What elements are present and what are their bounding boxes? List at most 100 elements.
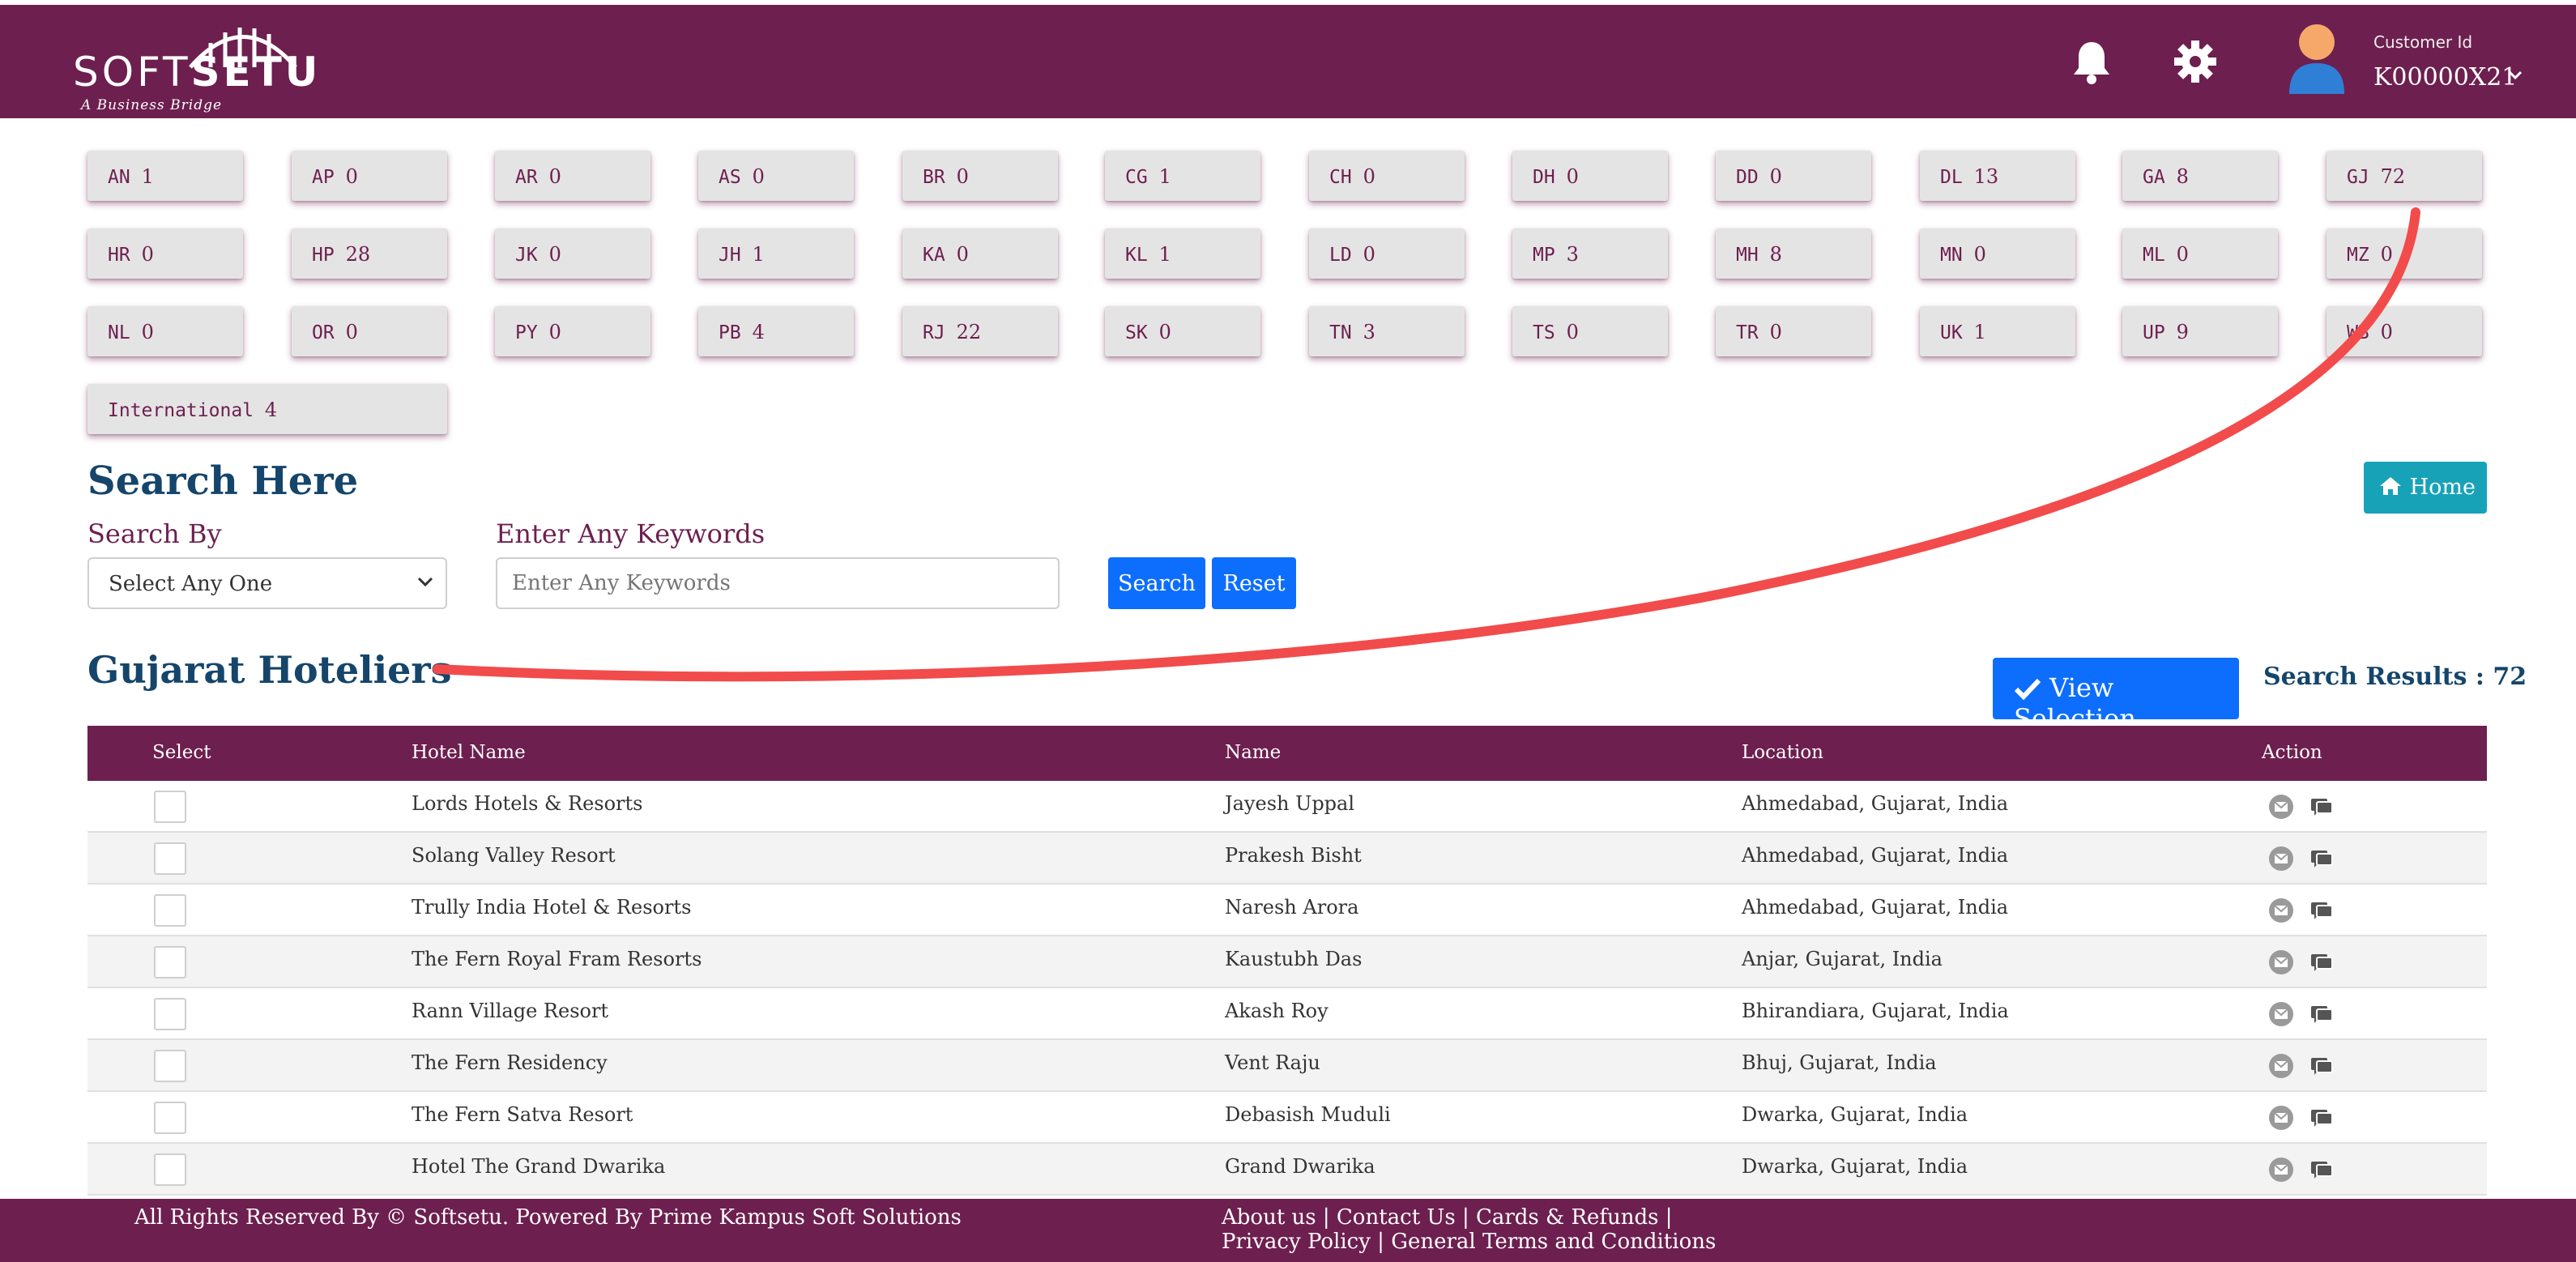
state-tile-dl[interactable]: DL 13	[1920, 151, 2075, 201]
state-count: 22	[956, 321, 982, 343]
customer-id-value[interactable]: K00000X21	[2373, 63, 2517, 92]
chat-icon[interactable]	[2309, 897, 2335, 923]
state-count: 0	[345, 321, 358, 343]
state-count: 0	[1363, 165, 1375, 188]
state-tile-hp[interactable]: HP 28	[292, 228, 447, 279]
state-tile-mn[interactable]: MN 0	[1920, 228, 2075, 279]
state-tile-uk[interactable]: UK 1	[1920, 306, 2075, 356]
state-tile-cg[interactable]: CG 1	[1105, 151, 1260, 201]
state-tile-ap[interactable]: AP 0	[292, 151, 447, 201]
email-icon[interactable]	[2268, 1001, 2294, 1027]
email-icon[interactable]	[2268, 1105, 2294, 1131]
state-code: JK	[515, 245, 538, 266]
chat-icon[interactable]	[2309, 1105, 2335, 1131]
email-icon[interactable]	[2268, 846, 2294, 872]
row-select-checkbox[interactable]	[154, 894, 186, 927]
row-select-checkbox[interactable]	[154, 1102, 186, 1134]
bell-icon[interactable]	[2067, 37, 2116, 86]
home-button[interactable]: Home	[2364, 462, 2487, 514]
softsetu-logo[interactable]: SOFTSETU A Business Bridge	[73, 13, 318, 114]
state-tile-pb[interactable]: PB 4	[698, 306, 854, 356]
state-count: 0	[1769, 321, 1782, 343]
state-tile-gj[interactable]: GJ 72	[2327, 151, 2482, 201]
row-select-checkbox[interactable]	[154, 1153, 186, 1186]
state-tile-dh[interactable]: DH 0	[1512, 151, 1668, 201]
location-cell: Ahmedabad, Gujarat, India	[1742, 844, 2009, 867]
state-count: 0	[752, 165, 765, 188]
email-icon[interactable]	[2268, 794, 2294, 820]
state-tile-mz[interactable]: MZ 0	[2327, 228, 2482, 279]
row-select-checkbox[interactable]	[154, 1050, 186, 1082]
state-tile-mp[interactable]: MP 3	[1512, 228, 1668, 279]
table-header: Select Hotel Name Name Location Action	[87, 726, 2487, 781]
table-body: Lords Hotels & Resorts Jayesh Uppal Ahmeda…	[87, 781, 2487, 1196]
row-select-checkbox[interactable]	[154, 842, 186, 875]
state-tile-tr[interactable]: TR 0	[1716, 306, 1871, 356]
state-tile-as[interactable]: AS 0	[698, 151, 854, 201]
chat-icon[interactable]	[2309, 794, 2335, 820]
state-tile-br[interactable]: BR 0	[902, 151, 1058, 201]
state-tile-kl[interactable]: KL 1	[1105, 228, 1260, 279]
contact-name-cell: Naresh Arora	[1225, 896, 1359, 919]
state-tile-an[interactable]: AN 1	[87, 151, 243, 201]
chat-icon[interactable]	[2309, 1157, 2335, 1183]
state-tile-wb[interactable]: WB 0	[2327, 306, 2482, 356]
search-button[interactable]: Search	[1108, 557, 1205, 609]
state-code: LD	[1329, 245, 1352, 266]
row-select-checkbox[interactable]	[154, 946, 186, 978]
hotel-name-cell: Solang Valley Resort	[412, 844, 616, 867]
state-tile-sk[interactable]: SK 0	[1105, 306, 1260, 356]
location-cell: Ahmedabad, Gujarat, India	[1742, 896, 2009, 919]
state-tile-dd[interactable]: DD 0	[1716, 151, 1871, 201]
chat-icon[interactable]	[2309, 949, 2335, 975]
state-tile-ml[interactable]: ML 0	[2122, 228, 2278, 279]
state-tile-ga[interactable]: GA 8	[2122, 151, 2278, 201]
location-cell: Anjar, Gujarat, India	[1742, 948, 1943, 970]
state-code: UP	[2143, 322, 2165, 343]
chat-icon[interactable]	[2309, 846, 2335, 872]
state-code: DD	[1736, 167, 1759, 188]
email-icon[interactable]	[2268, 949, 2294, 975]
state-tile-rj[interactable]: RJ 22	[902, 306, 1058, 356]
email-icon[interactable]	[2268, 897, 2294, 923]
row-select-checkbox[interactable]	[154, 791, 186, 823]
email-icon[interactable]	[2268, 1157, 2294, 1183]
state-code: MH	[1736, 245, 1759, 266]
chevron-down-icon[interactable]	[2508, 70, 2523, 81]
state-code: TN	[1329, 322, 1352, 343]
state-count: 8	[1769, 243, 1782, 266]
state-tile-jh[interactable]: JH 1	[698, 228, 854, 279]
chat-icon[interactable]	[2309, 1053, 2335, 1079]
state-count: 0	[2380, 321, 2393, 343]
view-selection-button[interactable]: View Selection	[1993, 658, 2239, 734]
chat-icon[interactable]	[2309, 1001, 2335, 1027]
avatar[interactable]	[2284, 21, 2349, 94]
state-tile-ar[interactable]: AR 0	[495, 151, 650, 201]
state-code: AP	[312, 167, 335, 188]
state-tile-up[interactable]: UP 9	[2122, 306, 2278, 356]
state-tile-mh[interactable]: MH 8	[1716, 228, 1871, 279]
keywords-input[interactable]	[496, 557, 1060, 609]
footer-links[interactable]: About us | Contact Us | Cards & Refunds …	[1222, 1205, 1724, 1254]
state-tile-tn[interactable]: TN 3	[1309, 306, 1465, 356]
email-icon[interactable]	[2268, 1053, 2294, 1079]
state-tile-ka[interactable]: KA 0	[902, 228, 1058, 279]
hotel-name-cell: The Fern Royal Fram Resorts	[412, 948, 702, 970]
row-select-checkbox[interactable]	[154, 998, 186, 1030]
state-tile-or[interactable]: OR 0	[292, 306, 447, 356]
col-select: Select	[152, 742, 211, 763]
state-count: 0	[1566, 165, 1579, 188]
state-tile-ld[interactable]: LD 0	[1309, 228, 1465, 279]
state-tile-jk[interactable]: JK 0	[495, 228, 650, 279]
search-by-select[interactable]: Select Any One	[87, 557, 447, 609]
state-tile-international[interactable]: International 4	[87, 384, 447, 434]
gear-icon[interactable]	[2171, 37, 2220, 86]
hotel-name-cell: The Fern Satva Resort	[412, 1103, 633, 1126]
state-tile-py[interactable]: PY 0	[495, 306, 650, 356]
state-tile-ts[interactable]: TS 0	[1512, 306, 1668, 356]
state-tile-nl[interactable]: NL 0	[87, 306, 243, 356]
state-tile-hr[interactable]: HR 0	[87, 228, 243, 279]
state-code: PY	[515, 322, 538, 343]
state-tile-ch[interactable]: CH 0	[1309, 151, 1465, 201]
reset-button[interactable]: Reset	[1212, 557, 1296, 609]
